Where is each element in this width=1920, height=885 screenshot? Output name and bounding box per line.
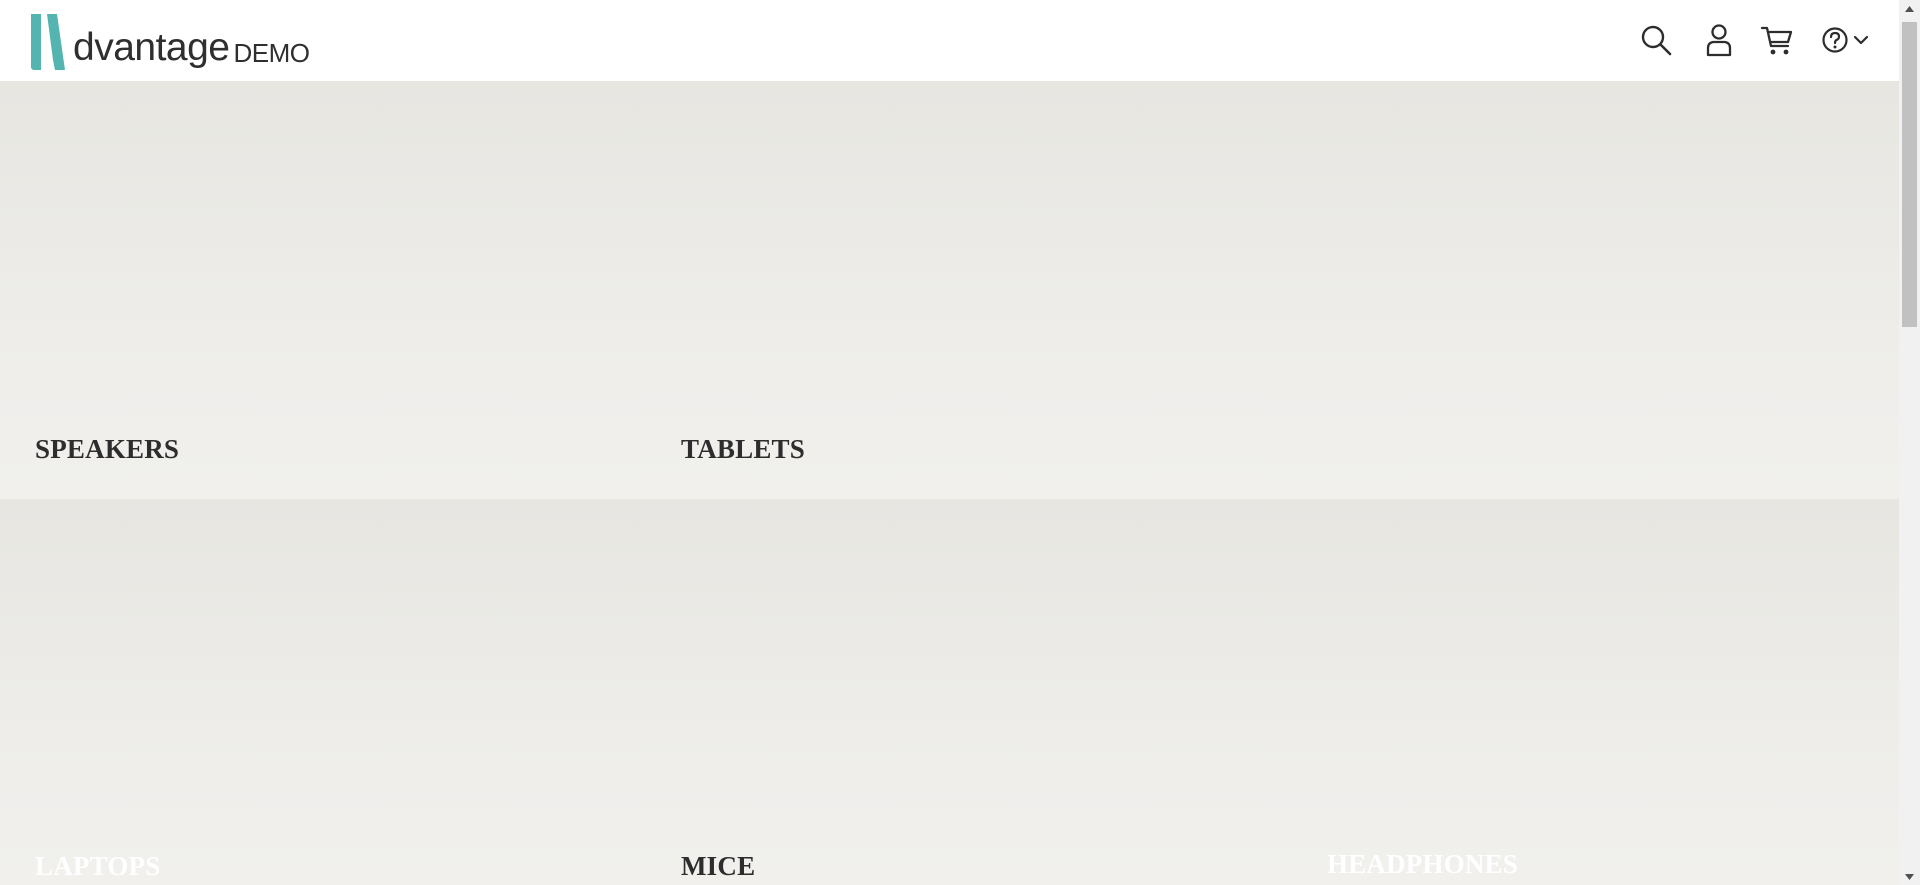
cart-icon — [1760, 26, 1793, 55]
search-icon — [1641, 25, 1672, 56]
help-menu-button[interactable] — [1818, 22, 1872, 58]
category-label-headphones: HEADPHONES — [1327, 849, 1519, 879]
category-tile-headphones[interactable]: HEADPHONES — [1292, 499, 1899, 885]
category-tile-tablets[interactable]: TABLETS — [646, 81, 1292, 499]
category-label-tablets: TABLETS — [681, 434, 805, 464]
category-label-mice: MICE — [681, 851, 756, 881]
scroll-up-arrow-icon[interactable] — [1899, 0, 1920, 17]
user-icon — [1706, 24, 1732, 57]
category-tile-speakers[interactable]: SPEAKERS — [0, 81, 646, 499]
vertical-scrollbar[interactable] — [1899, 0, 1920, 885]
scroll-down-arrow-icon[interactable] — [1899, 868, 1920, 885]
category-tile-laptops[interactable]: LAPTOPS — [0, 499, 646, 885]
site-header: dvantage DEMO — [0, 0, 1899, 81]
chevron-down-icon — [1853, 35, 1869, 45]
category-label-speakers: SPEAKERS — [35, 434, 180, 464]
help-icon — [1822, 27, 1848, 53]
cart-button[interactable] — [1760, 22, 1794, 58]
category-label-laptops: LAPTOPS — [35, 851, 161, 881]
user-menu-button[interactable] — [1702, 22, 1736, 58]
category-tile-mice[interactable]: MICE — [646, 499, 1292, 885]
search-button[interactable] — [1638, 22, 1674, 58]
scrollbar-thumb[interactable] — [1902, 22, 1917, 327]
header-nav-icons — [0, 22, 1899, 62]
